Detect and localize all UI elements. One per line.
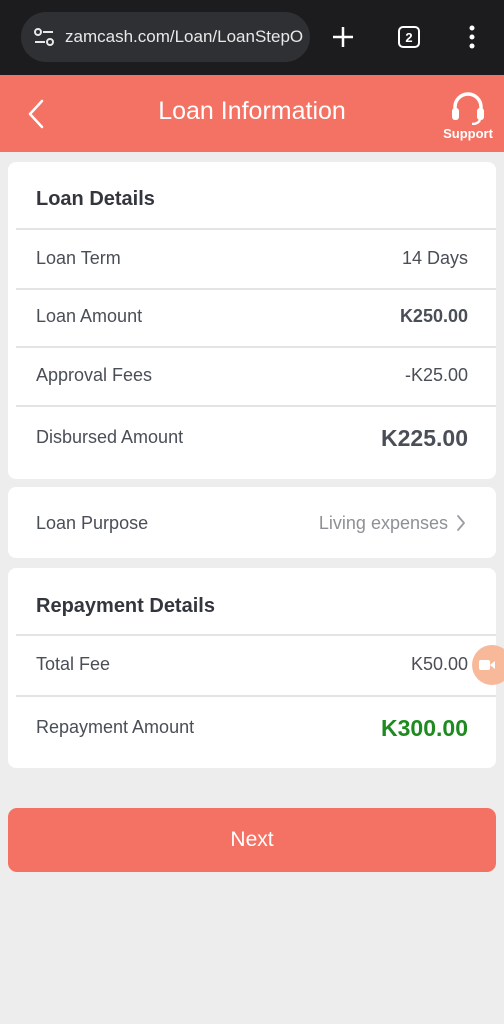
- loan-details-title: Loan Details: [36, 188, 155, 210]
- divider: [16, 346, 496, 348]
- loan-term-value: 14 Days: [401, 248, 468, 268]
- repayment-details-title: Repayment Details: [36, 595, 215, 617]
- repayment-details-card: Repayment Details Total Fee K50.00 Repay…: [8, 568, 496, 768]
- divider: [16, 288, 496, 290]
- chevron-right-icon: [457, 515, 465, 531]
- loan-purpose-label: Loan Purpose: [36, 513, 149, 533]
- more-vertical-icon: [469, 25, 475, 49]
- browser-menu-button[interactable]: [447, 12, 497, 62]
- new-tab-button[interactable]: [318, 12, 368, 62]
- repayment-amount-value: K300.00: [381, 715, 468, 741]
- loan-amount-value: K250.00: [399, 306, 468, 326]
- divider: [16, 695, 496, 697]
- loan-purpose-value: Living expenses: [318, 513, 448, 533]
- address-bar[interactable]: zamcash.com/Loan/LoanStepO: [21, 12, 310, 62]
- loan-details-card: Loan Details Loan Term 14 Days Loan Amou…: [8, 162, 496, 479]
- tab-count: 2: [398, 26, 420, 48]
- url-text: zamcash.com/Loan/LoanStepO: [65, 27, 304, 46]
- loan-term-label: Loan Term: [36, 248, 121, 268]
- support-button[interactable]: Support: [438, 91, 498, 149]
- browser-toolbar: zamcash.com/Loan/LoanStepO 2: [0, 0, 504, 75]
- divider: [16, 405, 496, 407]
- app-header: Loan Information Support: [0, 75, 504, 152]
- loan-amount-label: Loan Amount: [36, 306, 143, 326]
- site-settings-icon[interactable]: [33, 27, 55, 47]
- support-label: Support: [443, 126, 493, 141]
- approval-fees-value: -K25.00: [404, 365, 468, 385]
- plus-icon: [333, 27, 353, 47]
- disbursed-amount-value: K225.00: [381, 425, 468, 451]
- disbursed-amount-label: Disbursed Amount: [36, 427, 184, 447]
- total-fee-value: K50.00: [410, 654, 468, 674]
- next-button[interactable]: Next: [8, 808, 496, 872]
- total-fee-label: Total Fee: [36, 654, 111, 674]
- tab-switcher-button[interactable]: 2: [384, 12, 434, 62]
- page-title: Loan Information: [158, 97, 346, 125]
- loan-purpose-card[interactable]: Loan Purpose Living expenses: [8, 487, 496, 558]
- video-camera-icon: [479, 660, 495, 670]
- repayment-amount-label: Repayment Amount: [36, 717, 195, 737]
- divider: [16, 228, 496, 230]
- headset-icon: [452, 92, 484, 125]
- approval-fees-label: Approval Fees: [36, 365, 153, 385]
- divider: [16, 634, 496, 636]
- floating-video-button[interactable]: [472, 645, 504, 685]
